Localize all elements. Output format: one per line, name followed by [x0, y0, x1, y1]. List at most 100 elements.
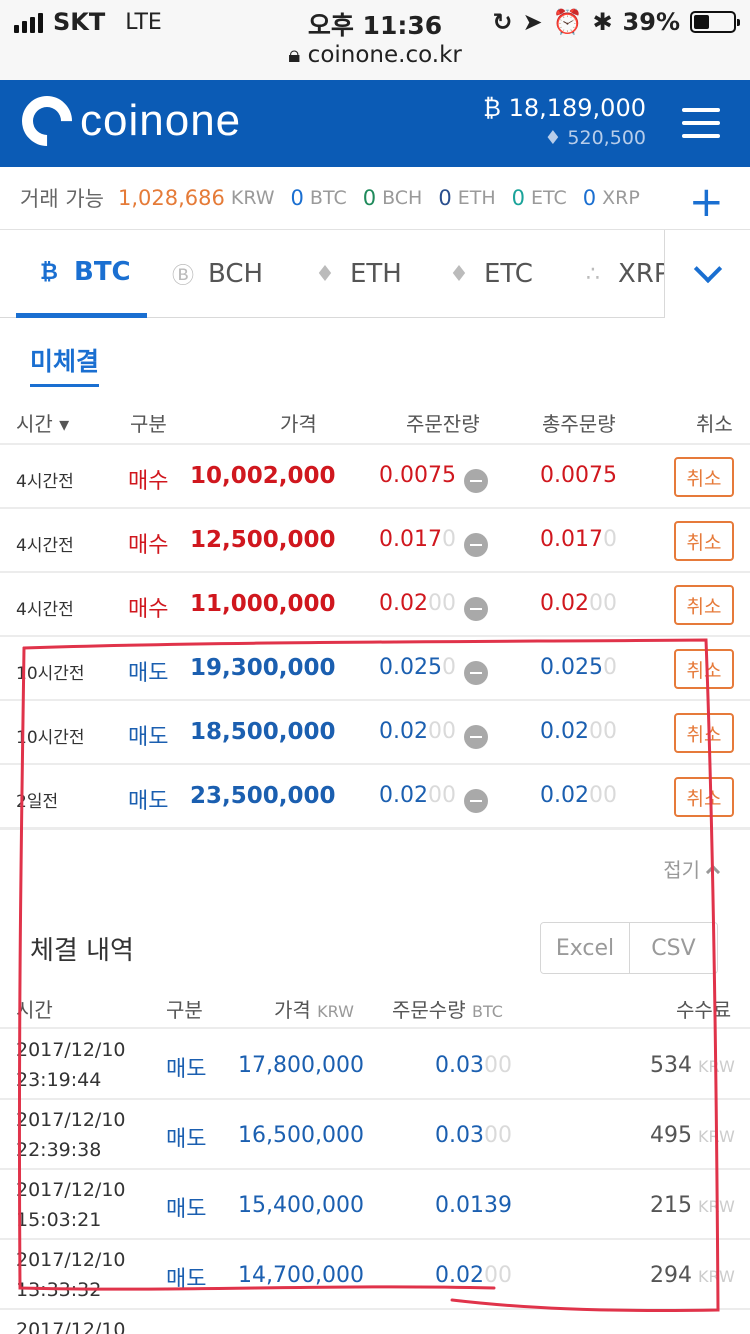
coinone-logo[interactable]: coinone	[11, 85, 242, 157]
trade-price: 16,500,000	[238, 1123, 364, 1148]
qty-value: 0.03	[435, 1123, 484, 1148]
hist-price-header: 가격 KRW	[274, 994, 354, 1023]
trade-time: 2017/12/10 15:03:21	[16, 1175, 126, 1235]
tab-eth[interactable]: ♦ ETH	[312, 230, 402, 318]
qty-value: 0.03	[435, 1053, 484, 1078]
cancel-order-button[interactable]: 취소	[674, 457, 734, 497]
trade-time: 2017/12/10	[16, 1315, 126, 1334]
trade-time: 2017/12/10 23:19:44	[16, 1035, 126, 1095]
order-time: 4시간전	[16, 536, 74, 556]
trade-date: 2017/12/10	[16, 1039, 126, 1061]
eth-balance: 0	[438, 186, 452, 210]
remaining-value: 0.025	[379, 655, 442, 680]
etc-balance: 0	[511, 186, 526, 210]
tab-label: BCH	[208, 259, 264, 289]
bitcoin-icon: ₿	[483, 94, 501, 122]
xrp-unit: XRP	[602, 187, 640, 209]
col-time-header[interactable]: 시간 ▾	[16, 408, 69, 437]
order-time: 10시간전	[16, 728, 85, 748]
order-remaining: 0.0200	[379, 719, 456, 744]
total-value: 0.02	[540, 591, 589, 616]
qty-ghost-digits: 00	[483, 1263, 512, 1288]
ethereum-icon: ♦	[315, 261, 335, 287]
trade-type: 매도	[166, 1057, 207, 1082]
order-price: 10,002,000	[190, 463, 336, 489]
total-value: 0.02	[540, 719, 589, 744]
trade-date: 2017/12/10	[16, 1109, 126, 1131]
eth-price: 520,500	[567, 127, 646, 149]
ethereum-classic-icon: ♦	[449, 261, 469, 287]
alarm-icon: ⏰	[552, 8, 583, 36]
minus-circle-icon[interactable]	[464, 597, 488, 621]
order-total: 0.0200	[540, 719, 617, 744]
cancel-order-button[interactable]: 취소	[674, 521, 734, 561]
divider	[0, 635, 750, 637]
trade-price: 17,800,000	[238, 1053, 364, 1078]
minus-circle-icon[interactable]	[464, 533, 488, 557]
cancel-order-button[interactable]: 취소	[674, 585, 734, 625]
trade-price: 14,700,000	[238, 1263, 364, 1288]
coin-tabs: ₿ BTC Ⓑ BCH ♦ ETH ♦ ETC ∴ XRP	[0, 230, 750, 318]
minus-circle-icon[interactable]	[464, 789, 488, 813]
tab-btc[interactable]: ₿ BTC	[16, 230, 147, 318]
minus-circle-icon[interactable]	[464, 469, 488, 493]
total-value: 0.0075	[540, 463, 617, 488]
collapse-button[interactable]: 접기	[663, 854, 721, 883]
status-icons: ↻ ➤ ⏰ ✱ 39%	[492, 8, 740, 36]
total-ghost-digits: 0	[602, 527, 617, 552]
expand-tabs-button[interactable]	[664, 230, 750, 318]
divider	[0, 443, 750, 445]
order-price: 23,500,000	[190, 783, 336, 809]
btc-balance: 0	[290, 186, 304, 210]
add-balance-button[interactable]: +	[676, 177, 724, 226]
order-remaining: 0.0200	[379, 783, 456, 808]
rotation-lock-icon: ↻	[492, 8, 513, 36]
trade-qty: 0.0139	[435, 1193, 512, 1218]
hist-fee-header: 수수료	[676, 998, 732, 1022]
bch-unit: BCH	[382, 187, 423, 209]
divider	[0, 1168, 750, 1170]
tab-bch[interactable]: Ⓑ BCH	[170, 230, 263, 318]
minus-circle-icon[interactable]	[464, 725, 488, 749]
trade-time: 2017/12/10 13:33:32	[16, 1245, 126, 1305]
csv-button[interactable]: CSV	[629, 923, 717, 973]
total-value: 0.02	[540, 783, 589, 808]
cancel-order-button[interactable]: 취소	[674, 713, 734, 753]
collapse-label: 접기	[663, 858, 700, 882]
trade-fee: 215 KRW	[650, 1193, 735, 1218]
logo-text: coinone	[80, 96, 242, 145]
chevron-down-icon	[693, 254, 722, 284]
hist-qty-unit: BTC	[471, 1002, 503, 1021]
trade-price: 15,400,000	[238, 1193, 364, 1218]
trade-time: 2017/12/10 22:39:38	[16, 1105, 126, 1165]
remaining-value: 0.02	[379, 783, 428, 808]
col-total-header: 총주문량	[542, 412, 616, 436]
url-text: coinone.co.kr	[307, 42, 462, 68]
order-remaining: 0.0170	[379, 527, 456, 552]
app-header: coinone ₿ 18,189,000 ♦ 520,500	[0, 80, 750, 167]
address-bar[interactable]: 🔒︎ coinone.co.kr	[0, 42, 750, 68]
menu-icon[interactable]	[682, 108, 720, 138]
tab-etc[interactable]: ♦ ETC	[446, 230, 533, 318]
krw-unit: KRW	[230, 187, 275, 209]
hist-type-header: 구분	[166, 998, 203, 1022]
etc-unit: ETC	[531, 187, 567, 209]
cancel-order-button[interactable]: 취소	[674, 777, 734, 817]
trade-type: 매도	[166, 1127, 207, 1152]
status-bar: SKT LTE 오후 11:36 ↻ ➤ ⏰ ✱ 39% 🔒︎ coinone.…	[0, 0, 750, 80]
excel-button[interactable]: Excel	[541, 923, 629, 973]
open-orders-title: 미체결	[30, 342, 100, 387]
order-price: 18,500,000	[190, 719, 336, 745]
tab-xrp[interactable]: ∴ XRP	[580, 230, 670, 318]
cancel-order-button[interactable]: 취소	[674, 649, 734, 689]
minus-circle-icon[interactable]	[464, 661, 488, 685]
remaining-value: 0.0075	[379, 463, 456, 488]
order-type: 매수	[128, 469, 169, 494]
order-price: 12,500,000	[190, 527, 336, 553]
fee-unit: KRW	[698, 1127, 735, 1146]
total-ghost-digits: 00	[588, 783, 617, 808]
fee-value: 294	[650, 1263, 692, 1288]
hist-time-header: 시간	[16, 998, 53, 1022]
order-total: 0.0250	[540, 655, 617, 680]
ripple-icon: ∴	[586, 261, 600, 287]
